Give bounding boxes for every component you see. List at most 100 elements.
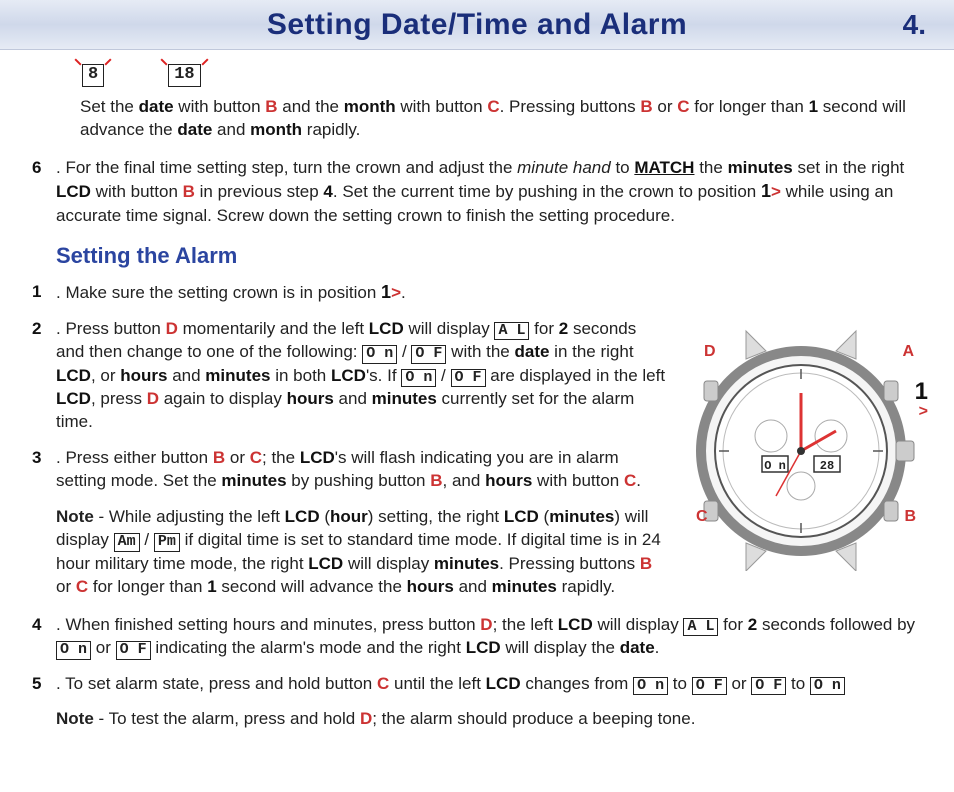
lcd-month-flashing: 18: [168, 64, 200, 87]
lcd-on: O n: [362, 345, 397, 364]
alarm-step-4: 4 . When finished setting hours and minu…: [56, 613, 926, 660]
watch-button-d-label: D: [704, 341, 716, 363]
text: . To set alarm state, press and hold but…: [56, 674, 377, 693]
text: or: [56, 577, 76, 596]
text: to: [786, 674, 810, 693]
step-body: . When finished setting hours and minute…: [56, 613, 926, 660]
text: momentarily and the left: [178, 319, 369, 338]
text: by pushing button: [287, 471, 431, 490]
intro-paragraph: Set the date with button B and the month…: [56, 95, 926, 142]
text: are displayed in the left: [486, 366, 666, 385]
text: ) setting, the right: [368, 507, 504, 526]
text: . Pressing buttons: [499, 554, 640, 573]
lcd-pm: Pm: [154, 533, 180, 552]
bold-minutes: minutes: [221, 471, 286, 490]
text: or: [653, 97, 678, 116]
text: and: [212, 120, 250, 139]
bold-lcd: LCD: [56, 366, 91, 385]
lcd-al: A L: [494, 322, 529, 341]
page-number: 4.: [903, 9, 926, 41]
button-b-label: B: [265, 97, 277, 116]
text: or: [91, 638, 116, 657]
text: will display: [404, 319, 495, 338]
text: for: [718, 615, 747, 634]
note-2: Note - To test the alarm, press and hold…: [32, 707, 926, 730]
watch-button-b-label: B: [904, 506, 916, 528]
text: (: [320, 507, 330, 526]
text: .: [655, 638, 660, 657]
text: for longer than: [88, 577, 207, 596]
bold-hour: hour: [330, 507, 368, 526]
bold-two: 2: [748, 615, 757, 634]
text: rapidly.: [557, 577, 615, 596]
button-c-label: C: [624, 471, 636, 490]
text: in previous step: [195, 182, 324, 201]
text: for: [529, 319, 558, 338]
text: - To test the alarm, press and hold: [94, 709, 360, 728]
text: and: [334, 389, 372, 408]
button-c-label: C: [76, 577, 88, 596]
text: ; the: [262, 448, 300, 467]
step-body: . Make sure the setting crown is in posi…: [56, 280, 926, 305]
text: with the: [446, 342, 514, 361]
text: .: [636, 471, 641, 490]
text: ; the left: [493, 615, 558, 634]
button-d-label: D: [360, 709, 372, 728]
bold-lcd: LCD: [466, 638, 501, 657]
bold-hours: hours: [407, 577, 454, 596]
text: again to display: [159, 389, 287, 408]
step-number: 6: [32, 156, 50, 228]
lcd-of: O F: [451, 369, 486, 388]
text: and: [167, 366, 205, 385]
lcd-on: O n: [810, 677, 845, 696]
position-1: 1: [381, 282, 391, 302]
text: and: [454, 577, 492, 596]
button-b-label: B: [430, 471, 442, 490]
bold-minutes: minutes: [434, 554, 499, 573]
bold-minutes: minutes: [205, 366, 270, 385]
button-c-label: C: [487, 97, 499, 116]
bold-lcd: LCD: [285, 507, 320, 526]
text: /: [436, 366, 450, 385]
bold-minutes: minutes: [492, 577, 557, 596]
watch-illustration: O n 28 D A C B 1 >: [676, 321, 926, 571]
step-number: 1: [32, 280, 50, 305]
watch-lcd-left: O n: [764, 459, 786, 473]
lcd-of: O F: [751, 677, 786, 696]
bold-one: 1: [809, 97, 818, 116]
bold-lcd: LCD: [308, 554, 343, 573]
text: 's. If: [366, 366, 401, 385]
bold-lcd: LCD: [369, 319, 404, 338]
text: will display: [343, 554, 434, 573]
header-bar: Setting Date/Time and Alarm 4.: [0, 0, 954, 50]
button-c-label: C: [377, 674, 389, 693]
bold-four: 4: [323, 182, 332, 201]
text: /: [140, 530, 154, 549]
page-body: 8 18 Set the date with button B and the …: [0, 50, 954, 755]
text: rapidly.: [302, 120, 360, 139]
text: with button: [396, 97, 488, 116]
step-body: . To set alarm state, press and hold but…: [56, 672, 926, 696]
bold-minutes: minutes: [372, 389, 437, 408]
bold-lcd: LCD: [504, 507, 539, 526]
text: , and: [443, 471, 486, 490]
alarm-step-3: 3 . Press either button B or C; the LCD'…: [56, 446, 668, 493]
alarm-step-2: 2 . Press button D momentarily and the l…: [56, 317, 668, 434]
bold-date: date: [514, 342, 549, 361]
button-c-label: C: [677, 97, 689, 116]
text: to: [611, 158, 635, 177]
text: with button: [174, 97, 266, 116]
text: seconds followed by: [757, 615, 915, 634]
step-number: 2: [32, 317, 50, 434]
chevron-icon: >: [391, 283, 401, 302]
text: . Press button: [56, 319, 166, 338]
bold-minutes: minutes: [728, 158, 793, 177]
italic-minute-hand: minute hand: [517, 158, 611, 177]
bold-month: month: [344, 97, 396, 116]
bold-two: 2: [559, 319, 568, 338]
text: . Make sure the setting crown is in posi…: [56, 283, 381, 302]
text: /: [397, 342, 411, 361]
bold-minutes: minutes: [549, 507, 614, 526]
lcd-am: Am: [114, 533, 140, 552]
bold-date: date: [177, 120, 212, 139]
